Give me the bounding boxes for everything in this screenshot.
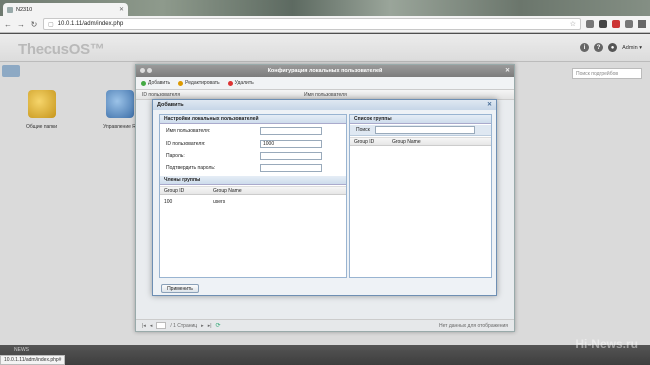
apply-button[interactable]: Применить [161,284,199,293]
empty-grid-text: Нет данных для отображения [438,322,508,329]
help-icon[interactable]: ? [594,43,604,52]
member-group-name: users [213,198,226,205]
taskbar-text: NEWS [14,347,29,353]
group-search-label: Поиск [356,127,370,133]
desktop-widget-icon[interactable] [2,65,20,77]
user-settings-panel: Настройки локальных пользователей Имя по… [159,114,347,278]
user-menu[interactable]: Admin ▾ [622,45,642,51]
last-page-icon[interactable]: ▸| [208,323,212,329]
pocket-extension-icon[interactable] [586,20,594,28]
window-minimize-icon[interactable] [140,68,145,73]
address-bar[interactable]: ▢ 10.0.1.11/adm/index.php ☆ [43,18,581,30]
info-icon[interactable]: i [580,43,590,52]
column-user-name[interactable]: Имя пользователя [298,92,347,98]
members-column-group-name[interactable]: Group Name [209,188,242,194]
confirm-password-label: Подтвердить пароль: [166,165,216,171]
group-list-panel: Список группы Поиск Group ID Group Name [349,114,492,278]
delete-button[interactable]: Удалить [227,80,254,86]
edit-button[interactable]: Редактировать [178,80,220,86]
shared-folders-icon [27,90,56,118]
user-id-label: ID пользователя: [166,141,206,147]
first-page-icon[interactable]: |◂ [142,323,146,329]
group-search-row: Поиск [350,125,491,136]
bookmark-star-icon[interactable]: ☆ [570,20,576,28]
password-label: Пароль: [166,153,185,159]
watermark: Hi-News.ru [575,337,638,351]
members-column-group-id[interactable]: Group ID [160,188,209,194]
group-list-header: Список группы [350,115,491,124]
browser-tab-strip: N2310 ✕ [0,0,650,16]
page-input[interactable] [156,322,167,329]
taskbar [0,345,650,365]
edit-icon [178,80,184,86]
username-label: Имя пользователя: [166,128,211,134]
grid-pager: |◂ ◂ / 1 Страниц ▸ ▸| ⟳ Нет данных для о… [136,319,514,331]
menu-icon[interactable] [638,20,646,28]
app-logo: ThecusOS™ [18,41,105,58]
member-group-id: 100 [164,198,173,205]
desktop-search-input[interactable]: Поиск подгрейбов [572,68,642,79]
members-grid-header: Group ID Group Name [160,186,346,195]
extension-icon-2[interactable] [625,20,633,28]
table-row[interactable]: 100 users [160,197,346,206]
desktop-icon-label: Общие папки [25,124,57,130]
column-user-id[interactable]: ID пользователя [136,92,298,98]
window-titlebar: Конфигурация локальных пользователей ✕ [136,65,514,77]
reload-icon[interactable]: ↻ [30,20,38,29]
desktop-icon-shared-folders[interactable]: Общие папки [14,90,69,130]
dialog-titlebar: Добавить ✕ [153,100,496,110]
window-maximize-icon[interactable] [147,68,152,73]
refresh-icon[interactable]: ⟳ [216,322,221,329]
forward-icon[interactable]: → [17,20,25,29]
favicon-icon [7,6,13,13]
username-input[interactable] [260,127,322,135]
add-button[interactable]: Добавить [141,80,170,86]
status-url: 10.0.1.11/adm/index.php# [0,355,66,365]
group-members-header: Члены группы [160,176,346,185]
user-settings-header: Настройки локальных пользователей [160,115,346,124]
page-count: / 1 Страниц [170,322,198,329]
add-icon [141,80,146,86]
window-toolbar: Добавить Редактировать Удалить [136,77,514,90]
delete-icon [227,80,233,86]
desktop-icon-label: Управление R [103,124,136,130]
groups-grid-header: Group ID Group Name [350,137,491,146]
dialog-title: Добавить [157,102,184,108]
tab-close-icon[interactable]: ✕ [119,6,124,13]
user-icon: ● [608,43,618,52]
page-icon: ▢ [48,21,54,28]
address-url: 10.0.1.11/adm/index.php [57,21,124,27]
extension-icon[interactable] [599,20,607,28]
confirm-password-input[interactable] [260,164,322,172]
user-management-icon [105,90,134,118]
password-input[interactable] [260,152,322,160]
add-user-dialog: Добавить ✕ Настройки локальных пользоват… [152,99,497,296]
prev-page-icon[interactable]: ◂ [150,323,153,329]
user-id-input[interactable]: 1000 [260,140,322,148]
app-header: ThecusOS™ i ? ● Admin ▾ [0,34,650,62]
groups-column-group-name[interactable]: Group Name [388,139,421,145]
groups-column-group-id[interactable]: Group ID [350,139,388,145]
browser-tab[interactable]: N2310 ✕ [3,3,128,16]
next-page-icon[interactable]: ▸ [201,323,204,329]
dialog-close-icon[interactable]: ✕ [487,101,492,108]
browser-toolbar: ← → ↻ ▢ 10.0.1.11/adm/index.php ☆ [0,16,650,33]
tab-title: N2310 [16,6,33,13]
window-title: Конфигурация локальных пользователей [267,68,383,74]
back-icon[interactable]: ← [4,20,12,29]
adblock-extension-icon[interactable] [612,20,620,28]
window-close-icon[interactable]: ✕ [505,67,510,74]
group-search-input[interactable] [374,126,475,134]
